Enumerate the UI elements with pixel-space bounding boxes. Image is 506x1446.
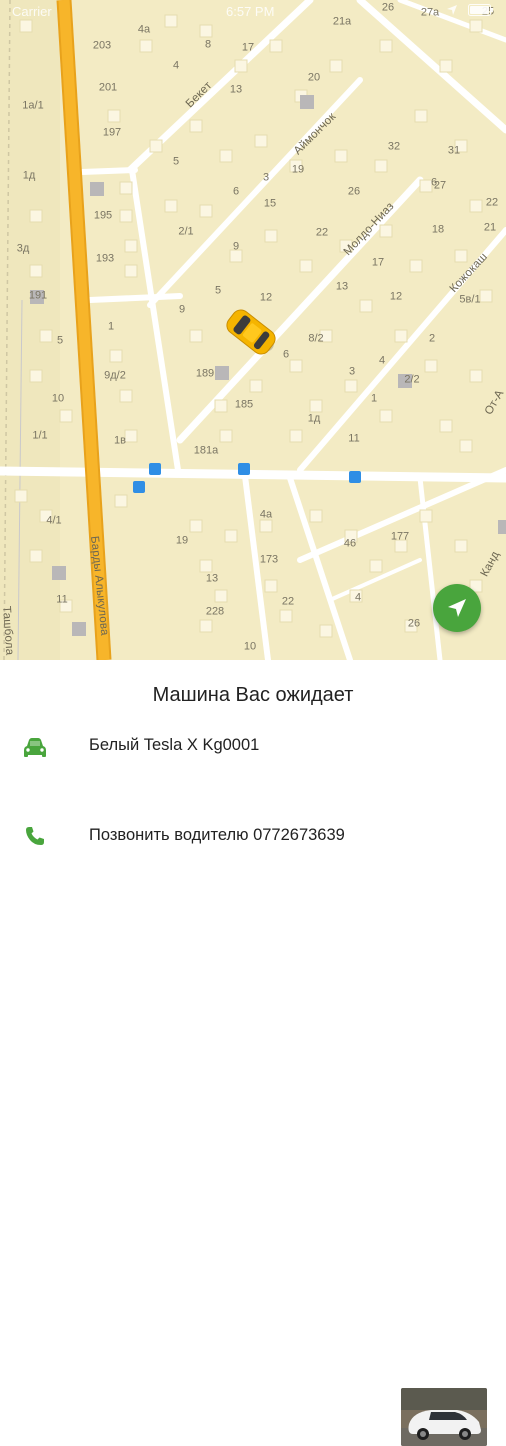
house-number: 46 xyxy=(343,537,357,550)
house-number: 20 xyxy=(307,71,321,84)
house-number: 6 xyxy=(282,348,290,361)
house-number: 4 xyxy=(378,354,386,367)
location-icon xyxy=(447,5,457,15)
house-number: 9 xyxy=(232,240,240,253)
house-number: 173 xyxy=(259,553,279,566)
house-number: 3 xyxy=(262,171,270,184)
house-number: 3 xyxy=(348,365,356,378)
status-title: Машина Вас ожидает xyxy=(152,684,354,706)
house-number: 5 xyxy=(214,284,222,297)
car-icon xyxy=(24,738,46,757)
house-number: 189 xyxy=(195,367,215,380)
call-driver-link[interactable]: Позвонить водителю 0772673639 xyxy=(89,826,345,845)
house-number: 8/2 xyxy=(308,332,324,345)
status-bar: Carrier 6:57 PM xyxy=(0,0,506,24)
house-number: 5 xyxy=(56,334,64,347)
house-number: 4а xyxy=(259,508,273,521)
house-number: 203 xyxy=(92,39,112,52)
house-number: 17 xyxy=(241,41,255,54)
time-label: 6:57 PM xyxy=(226,4,275,19)
house-number: 13 xyxy=(335,280,349,293)
house-number: 4 xyxy=(354,591,362,604)
house-number: 1д xyxy=(307,412,321,425)
house-number: 191 xyxy=(28,289,48,302)
house-number: 26 xyxy=(407,617,421,630)
house-number: 1 xyxy=(107,320,115,333)
house-number: 13 xyxy=(205,572,219,585)
house-number: 5в/1 xyxy=(459,293,481,306)
house-number: 197 xyxy=(102,126,122,139)
house-number: 1в xyxy=(114,434,126,447)
house-number: 27 xyxy=(433,179,447,192)
house-number: 177 xyxy=(390,530,410,543)
house-number: 185 xyxy=(234,398,254,411)
house-number: 1 xyxy=(370,392,378,405)
house-number: 2/1 xyxy=(178,225,194,238)
house-number: 26 xyxy=(347,185,361,198)
house-number: 18 xyxy=(431,223,445,236)
house-number: 15 xyxy=(263,197,277,210)
house-number: 22 xyxy=(281,595,295,608)
house-number: 8 xyxy=(204,38,212,51)
house-number: 2/2 xyxy=(404,373,420,386)
house-number: 1д xyxy=(22,169,36,182)
house-number: 3д xyxy=(16,242,30,255)
house-number: 9д/2 xyxy=(104,369,126,382)
house-number: 17 xyxy=(371,256,385,269)
battery-icon xyxy=(468,4,493,16)
bottom-sheet: Машина Вас ожидает Белый Tesla X Kg0001 … xyxy=(0,660,506,1446)
house-number: 22 xyxy=(315,226,329,239)
house-number: 31 xyxy=(447,144,461,157)
house-number: 201 xyxy=(98,81,118,94)
house-number: 10 xyxy=(51,392,65,405)
house-number: 11 xyxy=(56,593,68,606)
navigation-arrow-icon xyxy=(448,599,466,617)
house-number: 181а xyxy=(193,444,219,457)
house-number: 11 xyxy=(348,432,360,445)
house-number: 195 xyxy=(93,209,113,222)
house-number: 4/1 xyxy=(46,514,62,527)
car-description: Белый Tesla X Kg0001 xyxy=(89,736,260,754)
house-number: 6 xyxy=(232,185,240,198)
taxi-car-icon xyxy=(226,309,276,355)
house-number: 1а/1 xyxy=(22,99,44,112)
map-view[interactable]: Бекет Аймончок Молдо-Ниаз Кожокаш От-А Б… xyxy=(0,0,506,660)
house-number: 4 xyxy=(172,59,180,72)
house-number: 22 xyxy=(485,196,499,209)
house-number: 32 xyxy=(387,140,401,153)
house-number: 1/1 xyxy=(32,429,48,442)
phone-icon[interactable] xyxy=(25,826,45,846)
house-number: 13 xyxy=(229,83,243,96)
house-number: 193 xyxy=(95,252,115,265)
carrier-label: Carrier xyxy=(12,4,52,19)
house-number: 9 xyxy=(178,303,186,316)
locate-me-button[interactable] xyxy=(433,584,481,632)
house-number: 5 xyxy=(172,155,180,168)
house-number: 12 xyxy=(389,290,403,303)
house-number: 10 xyxy=(243,640,257,653)
car-photo xyxy=(401,1388,487,1446)
house-number: 228 xyxy=(205,605,225,618)
house-number: 21 xyxy=(483,221,497,234)
house-number: 2 xyxy=(428,332,436,345)
house-number: 4а xyxy=(137,23,151,36)
house-number: 19 xyxy=(291,163,305,176)
house-number: 19 xyxy=(175,534,189,547)
